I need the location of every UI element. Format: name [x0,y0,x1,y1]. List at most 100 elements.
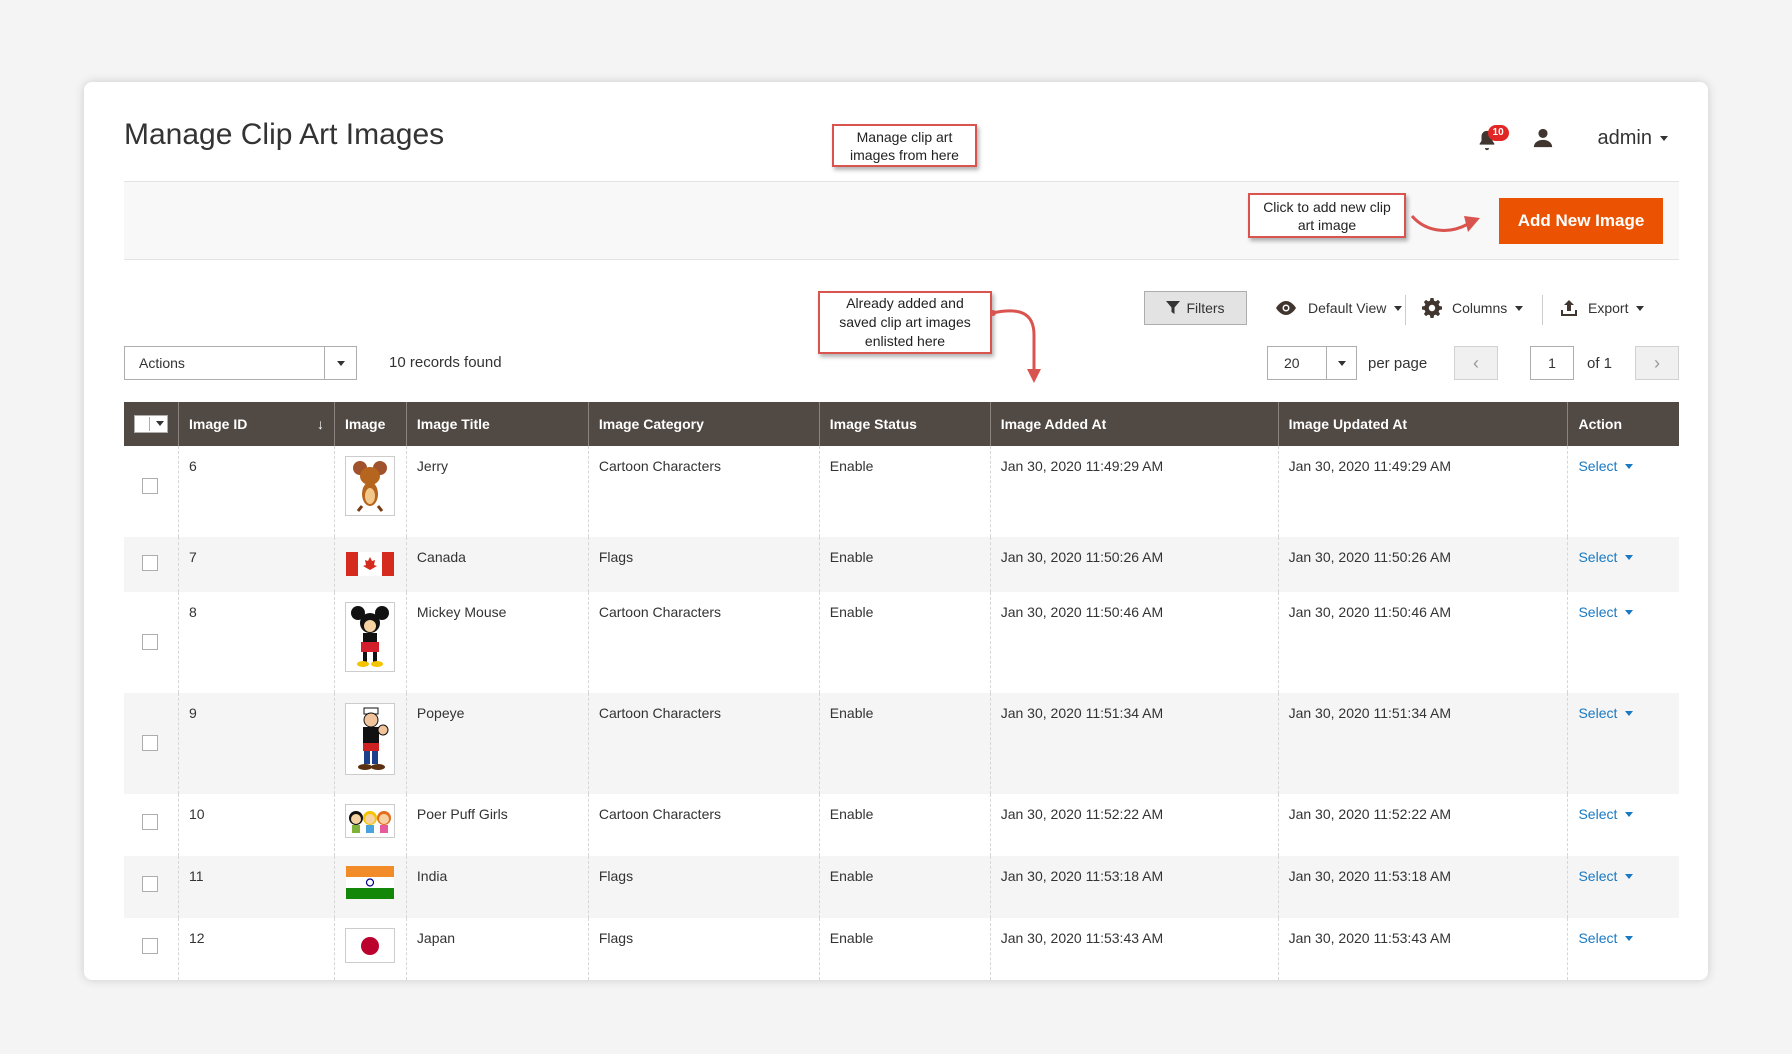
mickey-image [344,602,395,672]
jerry-image [344,456,395,516]
column-header-image-title[interactable]: Image Title [405,402,589,446]
toolbar-divider [1542,295,1543,325]
row-action-select[interactable]: Select [1578,868,1634,884]
eye-icon [1276,301,1296,315]
chevron-down-icon [1660,135,1668,141]
row-checkbox[interactable] [142,938,158,954]
cell-image-status: Enable [818,592,991,693]
records-found: 10 records found [389,354,502,371]
cell-image-added-at: Jan 30, 2020 11:51:34 AM [989,693,1279,794]
cell-image-category: Flags [587,856,820,918]
current-page-input[interactable]: 1 [1530,346,1574,380]
row-checkbox[interactable] [142,876,158,892]
japan-flag-image [344,928,395,963]
cell-image-title: Popeye [405,693,589,794]
cell-image-status: Enable [818,856,991,918]
row-action-select[interactable]: Select [1578,549,1634,565]
cell-image-id: 11 [178,856,335,918]
export-dropdown[interactable]: Export [1560,291,1645,325]
page-card: Manage Clip Art Images Manage clip art i… [84,82,1708,980]
row-action-select[interactable]: Select [1578,604,1634,620]
row-action-select[interactable]: Select [1578,806,1634,822]
cell-image-status: Enable [818,918,991,980]
filters-button[interactable]: Filters [1144,291,1247,325]
chevron-right-icon: › [1654,352,1660,373]
cell-image-updated-at: Jan 30, 2020 11:49:29 AM [1277,446,1568,537]
add-new-image-button[interactable]: Add New Image [1499,198,1663,244]
arrow-icon [1410,214,1480,232]
page-title: Manage Clip Art Images [124,118,445,151]
export-label: Export [1588,300,1629,316]
table-row: 10 Poer Puff Girls Cartoon Characters En… [124,794,1679,856]
grid-toolbar: Already added and saved clip art images … [124,291,1679,383]
cell-image-title: India [405,856,589,918]
column-header-image-added-at[interactable]: Image Added At [989,402,1279,446]
cell-image-added-at: Jan 30, 2020 11:52:22 AM [989,794,1279,856]
mass-actions-label: Actions [139,355,185,371]
cell-image-category: Flags [587,918,820,980]
popeye-image [344,703,395,775]
user-icon[interactable] [1532,127,1554,149]
cell-image-added-at: Jan 30, 2020 11:50:26 AM [989,537,1279,592]
chevron-down-icon [1625,463,1634,469]
row-action-select[interactable]: Select [1578,930,1634,946]
columns-dropdown[interactable]: Columns [1422,291,1524,325]
india-flag-image [345,866,395,899]
cell-image-category: Cartoon Characters [587,693,820,794]
callout-add: Click to add new clip art image [1248,193,1406,238]
callout-listed: Already added and saved clip art images … [818,291,992,354]
column-header-action: Action [1567,402,1679,446]
row-checkbox[interactable] [142,478,158,494]
mass-actions-arrow[interactable] [324,347,356,379]
row-checkbox[interactable] [142,634,158,650]
cell-image-status: Enable [818,794,991,856]
notifications[interactable]: 10 [1476,125,1509,151]
cell-image-updated-at: Jan 30, 2020 11:50:26 AM [1277,537,1568,592]
row-action-select[interactable]: Select [1578,705,1634,721]
column-header-image-status[interactable]: Image Status [818,402,991,446]
row-checkbox[interactable] [142,555,158,571]
grid-controls: Actions 10 records found 20 per page ‹ 1… [124,346,1679,380]
row-action-select[interactable]: Select [1578,458,1634,474]
chevron-down-icon [1625,873,1634,879]
previous-page-button[interactable]: ‹ [1454,346,1498,380]
chevron-down-icon [1515,305,1524,311]
per-page-select[interactable]: 20 [1267,346,1357,380]
callout-listed-text: Already added and saved clip art images … [839,295,971,349]
chevron-left-icon: ‹ [1473,352,1479,373]
select-all-column [124,402,179,446]
cell-image-added-at: Jan 30, 2020 11:50:46 AM [989,592,1279,693]
cell-image-updated-at: Jan 30, 2020 11:51:34 AM [1277,693,1568,794]
cell-image-title: Canada [405,537,589,592]
select-all-checkbox[interactable] [134,414,168,433]
row-checkbox[interactable] [142,814,158,830]
cell-image-status: Enable [818,446,991,537]
default-view-dropdown[interactable]: Default View [1274,291,1403,325]
grid-header-row: Image ID ↓ Image Image Title Image Categ… [124,402,1679,446]
mass-actions-select[interactable]: Actions [124,346,357,380]
cell-image-id: 7 [178,537,335,592]
cell-image-category: Cartoon Characters [587,446,820,537]
cell-image-updated-at: Jan 30, 2020 11:50:46 AM [1277,592,1568,693]
chevron-down-icon [1625,710,1634,716]
cell-image-title: Poer Puff Girls [405,794,589,856]
header-user-area: 10 admin [1476,118,1668,158]
column-header-image-id[interactable]: Image ID ↓ [178,402,335,446]
per-page-arrow[interactable] [1326,347,1356,379]
cell-image-category: Cartoon Characters [587,794,820,856]
export-icon [1561,300,1577,316]
table-row: 9 Popeye Cartoon Characters Enable Jan 3… [124,693,1679,794]
admin-menu[interactable]: admin [1598,127,1668,150]
filters-label: Filters [1186,300,1225,316]
column-header-image[interactable]: Image [333,402,407,446]
cell-image-added-at: Jan 30, 2020 11:53:43 AM [989,918,1279,980]
cell-image-category: Flags [587,537,820,592]
canada-flag-image [345,547,395,580]
row-checkbox[interactable] [142,735,158,751]
admin-name: admin [1597,126,1652,149]
table-row: 11 India Flags Enable Jan 30, 2020 11:53… [124,856,1679,918]
column-header-image-category[interactable]: Image Category [587,402,820,446]
next-page-button[interactable]: › [1635,346,1679,380]
powerpuff-image [344,804,395,838]
column-header-image-updated-at[interactable]: Image Updated At [1277,402,1568,446]
